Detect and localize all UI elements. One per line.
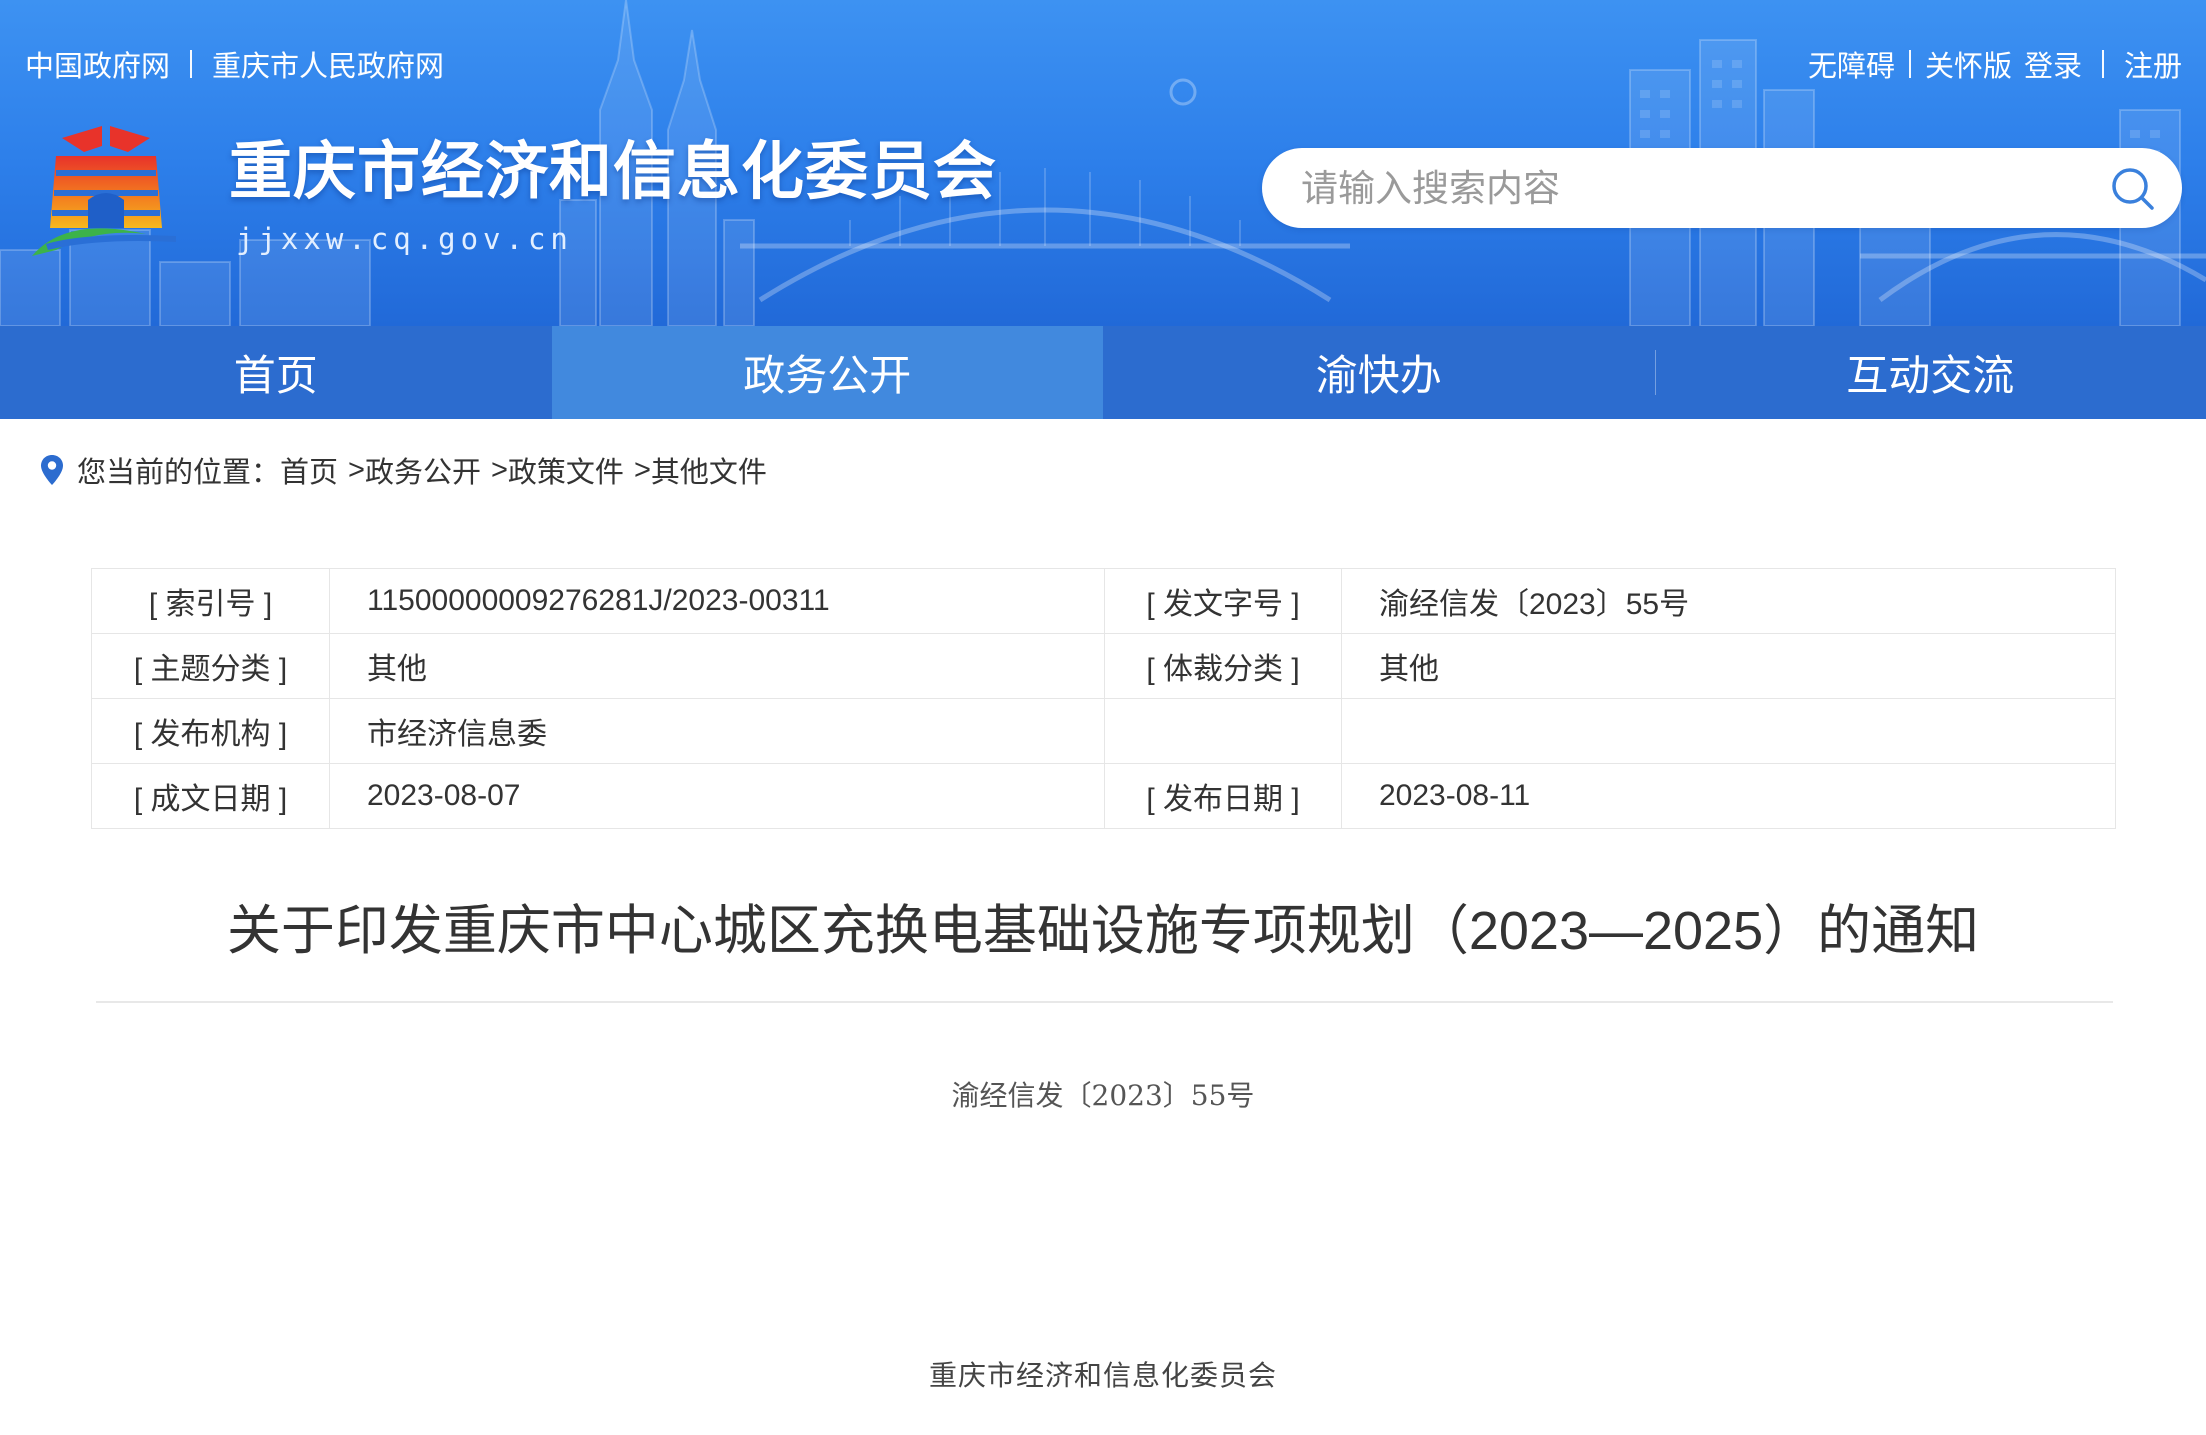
meta-value: 11500000009276281J/2023-00311 — [329, 568, 1105, 634]
login-link[interactable]: 登录 — [2024, 43, 2082, 85]
table-row: [ 发布机构 ] 市经济信息委 — [91, 698, 2116, 764]
nav-item-government-affairs[interactable]: 政务公开 — [551, 326, 1103, 419]
meta-value: 渝经信发〔2023〕55号 — [1341, 568, 2116, 634]
document-metadata-table: [ 索引号 ] 11500000009276281J/2023-00311 [ … — [91, 568, 2116, 829]
breadcrumb-item-policy-documents[interactable]: 政策文件 — [508, 449, 624, 491]
site-header: 中国政府网 重庆市人民政府网 无障碍 关怀版 登录 注册 重庆市经济和信息化委员… — [0, 0, 2206, 326]
location-pin-icon — [41, 455, 63, 485]
meta-value: 市经济信息委 — [329, 698, 1105, 764]
register-link[interactable]: 注册 — [2124, 43, 2182, 85]
breadcrumb-item-other-documents[interactable]: 其他文件 — [651, 449, 767, 491]
meta-label: [ 主题分类 ] — [91, 633, 330, 699]
breadcrumb-separator: > — [490, 453, 508, 486]
meta-label: [ 发布日期 ] — [1104, 763, 1342, 829]
top-links-right: 无障碍 关怀版 登录 注册 — [1808, 44, 2182, 84]
search-box — [1262, 148, 2182, 230]
meta-label: [ 成文日期 ] — [91, 763, 330, 829]
link-chongqing-gov[interactable]: 重庆市人民政府网 — [212, 43, 444, 85]
document-number: 渝经信发〔2023〕55号 — [951, 1079, 1255, 1112]
breadcrumb-separator: > — [633, 453, 651, 486]
meta-value: 其他 — [1341, 633, 2116, 699]
breadcrumb: 您当前的位置： 首页 > 政务公开 > 政策文件 > 其他文件 — [40, 450, 767, 490]
meta-value: 2023-08-07 — [329, 763, 1105, 829]
meta-label: [ 索引号 ] — [91, 568, 330, 634]
main-nav: 首页 政务公开 渝快办 互动交流 — [0, 326, 2206, 419]
accessibility-link[interactable]: 无障碍 — [1808, 43, 1895, 85]
table-row: [ 主题分类 ] 其他 [ 体裁分类 ] 其他 — [91, 633, 2116, 699]
meta-value — [1341, 698, 2116, 764]
link-divider — [1908, 50, 1911, 78]
breadcrumb-item-government-affairs[interactable]: 政务公开 — [365, 449, 481, 491]
emblem-logo-icon[interactable] — [26, 116, 186, 264]
link-divider — [2101, 50, 2104, 78]
link-divider — [190, 50, 193, 78]
site-title: 重庆市经济和信息化委员会 — [229, 137, 997, 207]
site-domain: jjxxw.cq.gov.cn — [236, 222, 573, 256]
meta-label — [1104, 698, 1342, 764]
table-row: [ 成文日期 ] 2023-08-07 [ 发布日期 ] 2023-08-11 — [91, 763, 2116, 829]
breadcrumb-prefix: 您当前的位置： — [77, 457, 281, 489]
link-china-gov[interactable]: 中国政府网 — [25, 43, 170, 85]
meta-value: 2023-08-11 — [1341, 763, 2116, 829]
meta-value: 其他 — [329, 633, 1105, 699]
nav-item-home[interactable]: 首页 — [0, 326, 552, 419]
top-links-left: 中国政府网 重庆市人民政府网 — [25, 44, 444, 84]
table-row: [ 索引号 ] 11500000009276281J/2023-00311 [ … — [91, 568, 2116, 634]
breadcrumb-item-home[interactable]: 首页 — [280, 449, 338, 491]
care-mode-link[interactable]: 关怀版 — [1925, 43, 2012, 85]
nav-item-yukuaiban[interactable]: 渝快办 — [1103, 326, 1655, 419]
meta-label: [ 发文字号 ] — [1104, 568, 1342, 634]
search-input[interactable] — [1299, 148, 2083, 230]
article-title: 关于印发重庆市中心城区充换电基础设施专项规划（2023—2025）的通知 — [226, 901, 1980, 961]
search-icon[interactable] — [2110, 166, 2156, 212]
meta-label: [ 发布机构 ] — [91, 698, 330, 764]
title-divider — [96, 1001, 2113, 1003]
meta-label: [ 体裁分类 ] — [1104, 633, 1342, 699]
breadcrumb-separator: > — [348, 453, 365, 486]
nav-item-interaction[interactable]: 互动交流 — [1654, 326, 2206, 419]
issuing-authority: 重庆市经济和信息化委员会 — [928, 1359, 1277, 1392]
